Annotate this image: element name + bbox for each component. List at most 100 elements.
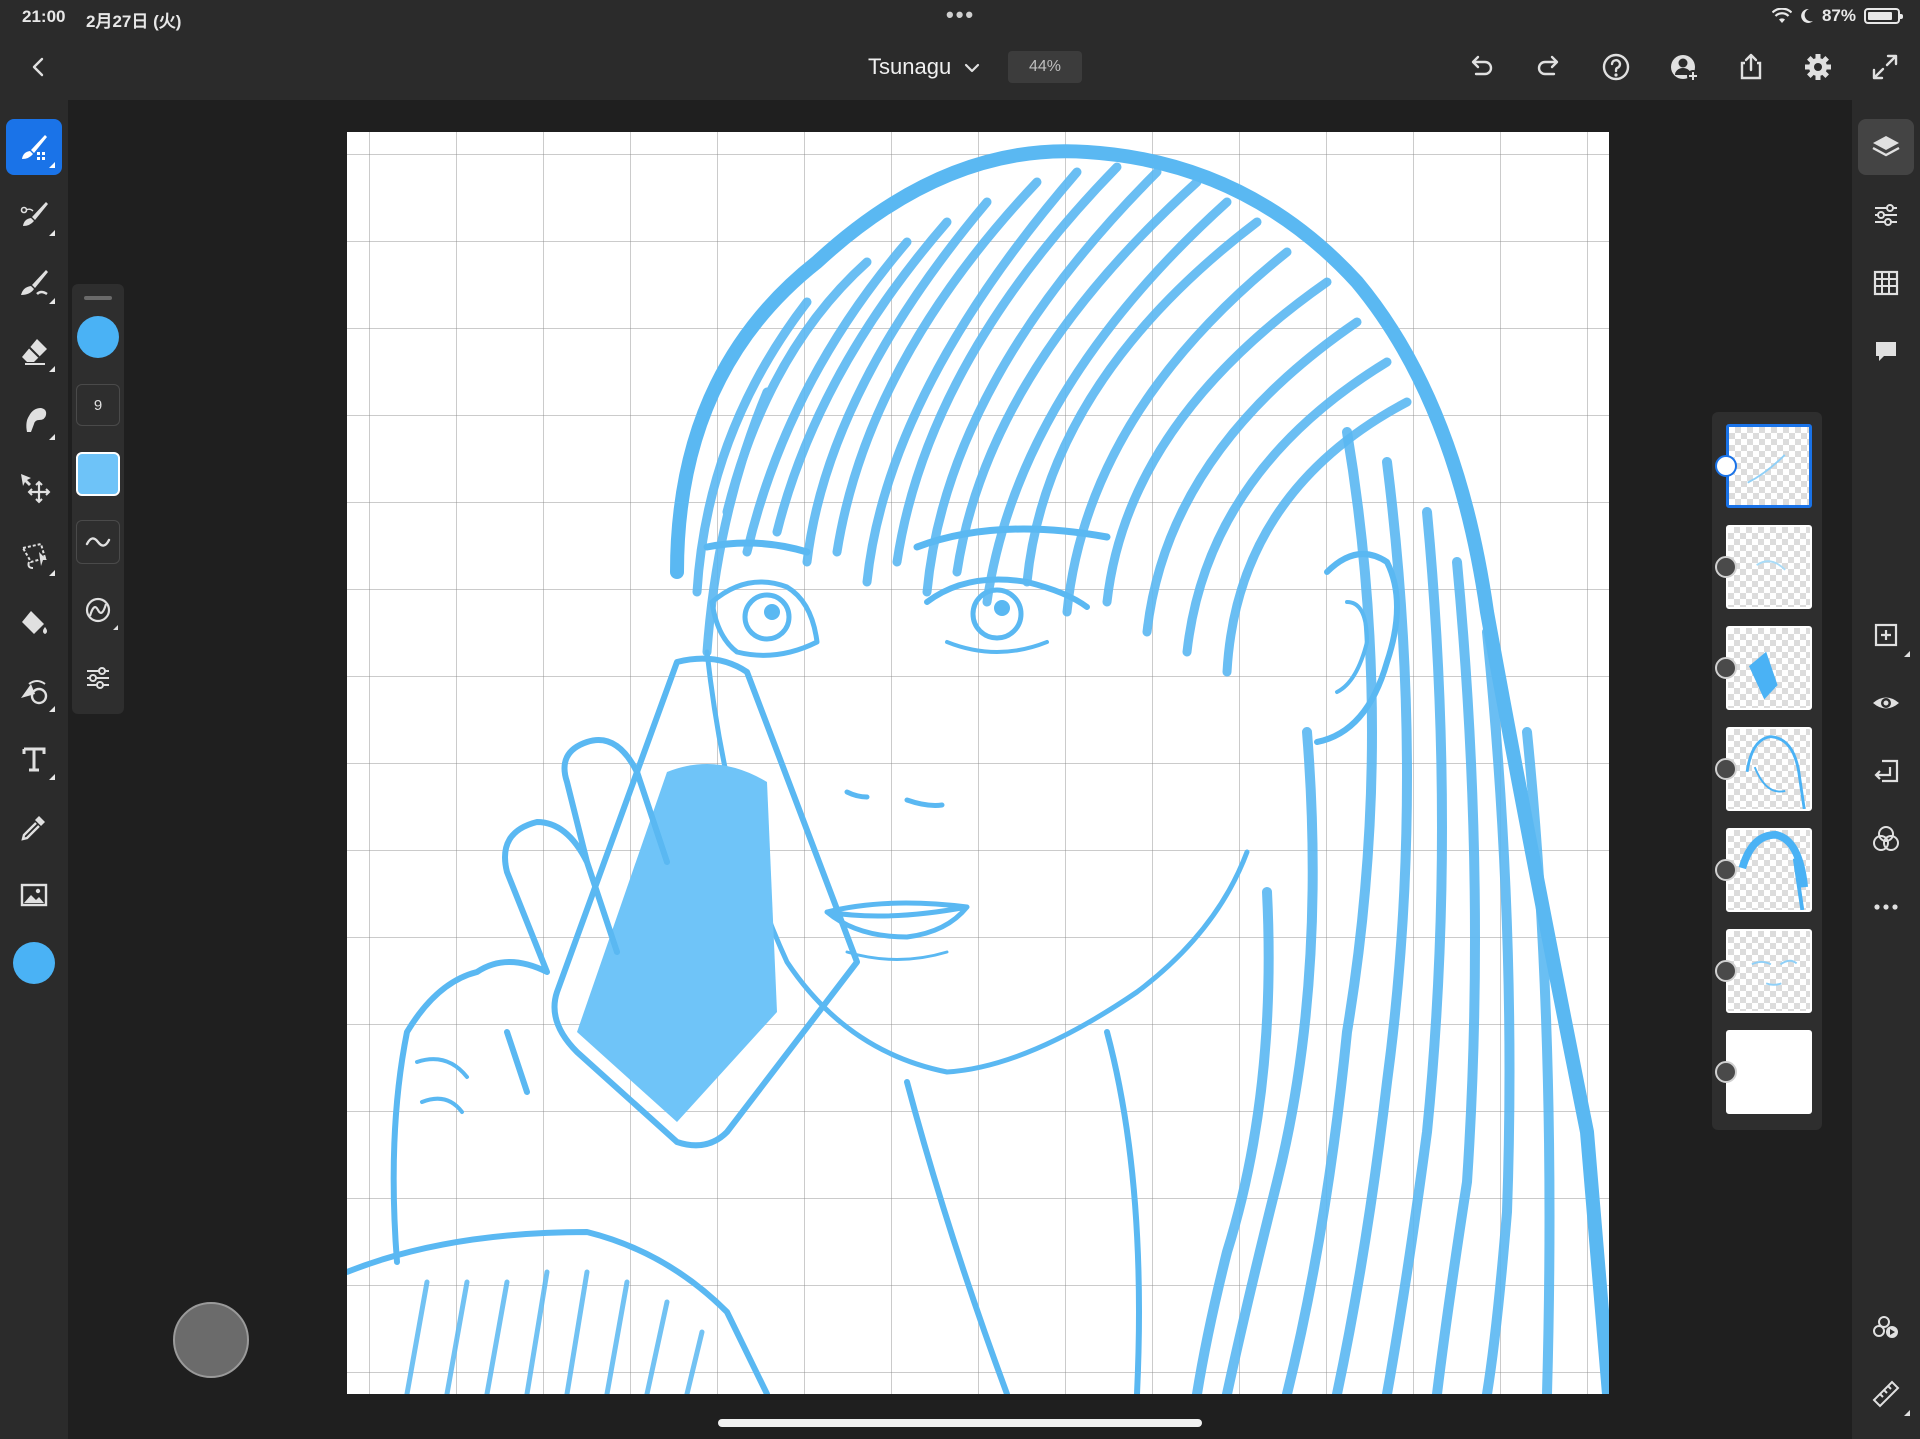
tool-options-indicator	[1904, 651, 1910, 657]
predictive-stroke-button[interactable]	[76, 588, 120, 632]
ruler-button[interactable]	[1858, 1366, 1914, 1422]
face-contour	[704, 649, 1250, 1075]
phone-screen	[577, 764, 777, 1122]
tool-lasso-select[interactable]	[6, 527, 62, 583]
tool-place-image[interactable]	[6, 867, 62, 923]
layer-thumbnail[interactable]	[1726, 727, 1812, 811]
tool-options-indicator	[49, 366, 55, 372]
layer-thumbnail[interactable]	[1726, 929, 1812, 1013]
fullscreen-button[interactable]	[1868, 50, 1902, 84]
import-layer-button[interactable]	[1858, 743, 1914, 799]
tool-eyedropper[interactable]	[6, 799, 62, 855]
back-button[interactable]	[20, 48, 58, 86]
layer-preview	[1745, 735, 1806, 810]
layer-visibility-handle[interactable]	[1715, 455, 1737, 477]
layer-visibility-handle[interactable]	[1715, 960, 1737, 982]
layer-thumbnail[interactable]	[1726, 424, 1812, 508]
layer-thumbnail[interactable]	[1726, 626, 1812, 710]
import-layer-icon	[1874, 759, 1899, 783]
more-options-button[interactable]	[1858, 879, 1914, 935]
add-layer-icon	[1874, 623, 1898, 647]
layer-visibility-handle[interactable]	[1715, 758, 1737, 780]
layer-visibility-handle[interactable]	[1715, 1061, 1737, 1083]
brush-color-swatch[interactable]	[77, 316, 119, 358]
brush-settings-button[interactable]	[76, 656, 120, 700]
help-button[interactable]	[1599, 50, 1633, 84]
pixel-brush-icon	[22, 135, 47, 160]
layer-thumbnail[interactable]	[1726, 828, 1812, 912]
brush-size-field[interactable]: 9	[76, 384, 120, 426]
comments-button[interactable]	[1858, 323, 1914, 379]
tool-options-indicator	[113, 625, 118, 630]
eyedropper-icon	[21, 816, 45, 841]
settings-gear-icon	[1805, 54, 1831, 80]
export-icon	[1740, 53, 1762, 80]
invite-button[interactable]	[1667, 50, 1701, 84]
color-picker-swatch[interactable]	[13, 942, 55, 984]
layer-visibility-handle[interactable]	[1715, 657, 1737, 679]
layers-button[interactable]	[1858, 119, 1914, 175]
redo-button[interactable]	[1532, 50, 1566, 84]
ear	[1314, 551, 1400, 745]
export-button[interactable]	[1734, 50, 1768, 84]
add-layer-button[interactable]	[1858, 607, 1914, 663]
multitasking-dots-icon[interactable]: •••	[946, 2, 975, 28]
layer-properties-button[interactable]	[1858, 187, 1914, 243]
tool-paint-bucket[interactable]	[6, 595, 62, 651]
comments-icon	[1876, 342, 1896, 361]
paint-bucket-icon	[22, 611, 47, 634]
redo-icon	[1537, 55, 1559, 76]
top-bar: Tsunagu 44%	[0, 34, 1920, 100]
layer-thumbnail[interactable]	[1726, 525, 1812, 609]
timelapse-icon	[1873, 1316, 1898, 1338]
tool-options-indicator	[49, 774, 55, 780]
image-place-icon	[20, 883, 48, 907]
home-indicator[interactable]	[718, 1419, 1202, 1427]
background-layer-thumbnail[interactable]	[1726, 1030, 1812, 1114]
panel-drag-handle[interactable]	[84, 296, 112, 300]
neck	[904, 1029, 1142, 1394]
back-icon	[32, 57, 44, 77]
tool-move-transform[interactable]	[6, 459, 62, 515]
move-transform-icon	[21, 474, 51, 504]
blend-mode-icon	[1873, 826, 1899, 851]
tool-smudge[interactable]	[6, 391, 62, 447]
undo-button[interactable]	[1464, 50, 1498, 84]
layer-visibility-handle[interactable]	[1715, 556, 1737, 578]
tool-vector-brush[interactable]	[6, 187, 62, 243]
chevron-down-icon[interactable]	[962, 58, 982, 78]
tool-pixel-brush[interactable]	[6, 119, 62, 175]
visibility-button[interactable]	[1858, 675, 1914, 731]
fullscreen-icon	[1872, 54, 1898, 80]
artwork	[347, 144, 1609, 1394]
document-title[interactable]: Tsunagu	[868, 54, 951, 80]
grid-button[interactable]	[1858, 255, 1914, 311]
tool-text[interactable]	[6, 731, 62, 787]
layer-preview	[1756, 560, 1786, 571]
smudge-icon	[26, 408, 47, 432]
brush-options-panel: 9	[72, 284, 124, 714]
blend-mode-button[interactable]	[1858, 811, 1914, 867]
settings-button[interactable]	[1801, 50, 1835, 84]
touch-modifier-button[interactable]	[173, 1302, 249, 1378]
tool-fill-brush[interactable]	[6, 255, 62, 311]
layer-visibility-handle[interactable]	[1715, 859, 1737, 881]
brush-preset-swatch[interactable]	[76, 452, 120, 496]
drawing-canvas[interactable]	[347, 132, 1609, 1394]
status-time: 21:00	[22, 7, 66, 26]
smoothing-button[interactable]	[76, 520, 120, 564]
text-tool-icon	[22, 747, 46, 772]
zoom-level[interactable]: 44%	[1008, 51, 1082, 83]
tool-options-indicator	[49, 706, 55, 712]
tool-eraser[interactable]	[6, 323, 62, 379]
layer-preview	[1751, 959, 1798, 986]
layer-preview	[1749, 651, 1778, 700]
nose	[844, 789, 945, 808]
liquify-icon	[21, 680, 48, 705]
timelapse-button[interactable]	[1858, 1298, 1914, 1354]
help-icon	[1602, 53, 1630, 81]
status-right: 87%	[1771, 6, 1903, 26]
more-icon	[1874, 904, 1898, 910]
predictive-stroke-icon	[85, 597, 111, 623]
tool-liquify[interactable]	[6, 663, 62, 719]
